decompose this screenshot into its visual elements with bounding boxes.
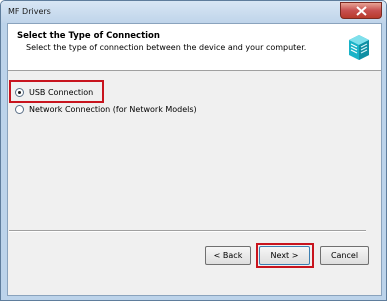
- connection-setup-icon: [349, 35, 369, 60]
- footer-divider: [9, 230, 366, 232]
- page-title: Select the Type of Connection: [17, 31, 160, 41]
- network-connection-radio[interactable]: [15, 105, 24, 114]
- usb-connection-radio[interactable]: [15, 88, 24, 97]
- page-subtitle: Select the type of connection between th…: [26, 43, 307, 52]
- next-button[interactable]: Next >: [259, 246, 310, 265]
- cancel-button[interactable]: Cancel: [320, 246, 369, 265]
- dialog-window: MF Drivers Select the Type of Connection…: [0, 0, 387, 301]
- usb-connection-option[interactable]: USB Connection: [15, 88, 93, 97]
- wizard-header: Select the Type of Connection Select the…: [8, 24, 381, 71]
- network-connection-option[interactable]: Network Connection (for Network Models): [15, 105, 197, 114]
- network-connection-label: Network Connection (for Network Models): [29, 105, 197, 114]
- window-title: MF Drivers: [8, 7, 51, 16]
- back-button[interactable]: < Back: [205, 246, 251, 265]
- title-bar: MF Drivers: [1, 1, 386, 23]
- usb-connection-label: USB Connection: [29, 88, 94, 97]
- close-button[interactable]: [340, 2, 382, 19]
- close-icon: [356, 6, 367, 16]
